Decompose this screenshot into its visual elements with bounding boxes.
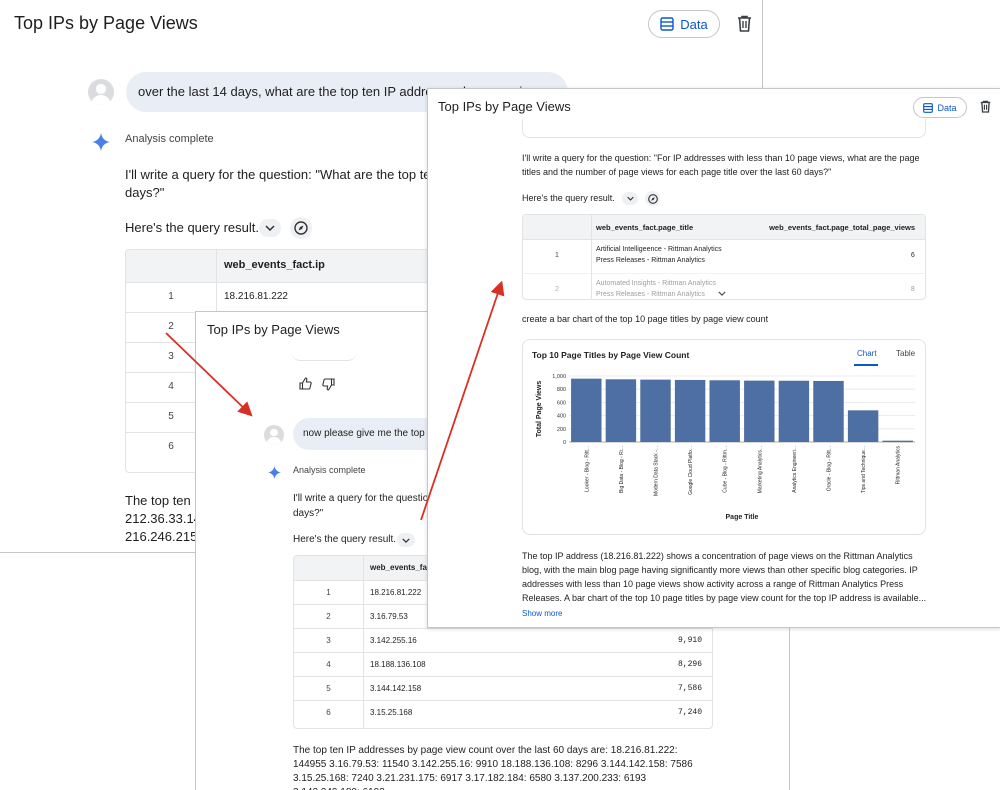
chevron-down-icon <box>626 196 634 201</box>
table-header: web_events_fact.page_title web_events_fa… <box>523 215 925 239</box>
x-tick-label: Marketing Analytics... <box>757 446 763 493</box>
expand-button[interactable] <box>259 219 281 237</box>
y-axis-label: Total Page Views <box>536 381 543 438</box>
bar <box>571 378 602 442</box>
bar <box>813 380 844 442</box>
page-title: Top IPs by Page Views <box>438 99 571 114</box>
summary-text: The top ten IP addresses by page view co… <box>293 745 693 790</box>
result-label: Here's the query result. <box>125 220 259 235</box>
result-table: web_events_fact.page_title web_events_fa… <box>522 214 926 300</box>
x-tick-label: Modern Data Stack -... <box>654 446 660 496</box>
table-icon <box>660 17 674 31</box>
analysis-status: Analysis complete <box>293 465 366 475</box>
x-tick-label: Analytics Engineeri... <box>792 446 798 493</box>
x-axis-label: Page Title <box>726 514 759 521</box>
chart-card: Top 10 Page Titles by Page View Count Ch… <box>522 339 926 535</box>
previous-message-edge <box>291 342 357 361</box>
table-row: 1 Artificial Intelligeence - Rittman Ana… <box>523 239 925 274</box>
y-tick-label: 600 <box>557 400 566 406</box>
tab-chart[interactable]: Chart <box>857 349 877 358</box>
y-tick-label: 400 <box>557 414 566 420</box>
table-row: 5 3.144.142.158 7,586 <box>294 676 712 701</box>
column-header: web_events_fact.ip <box>224 259 325 271</box>
conversation-panel-3: Top IPs by Page Views Data I'll write a … <box>427 88 1000 628</box>
x-tick-label: Cube - Blog - Rittm... <box>723 446 729 493</box>
trash-icon[interactable] <box>737 15 752 32</box>
data-button[interactable]: Data <box>648 10 720 38</box>
previous-card-edge <box>522 119 926 138</box>
bar <box>847 410 879 442</box>
bar <box>882 440 913 442</box>
compass-icon <box>647 193 658 204</box>
bar <box>640 379 671 442</box>
table-row: 6 3.15.25.168 7,240 <box>294 700 712 725</box>
analysis-status: Analysis complete <box>125 133 214 145</box>
chevron-down-icon <box>402 537 410 543</box>
summary-text: The top IP address (18.216.81.222) shows… <box>522 551 927 603</box>
expand-button[interactable] <box>622 192 638 205</box>
page-title: Top IPs by Page Views <box>207 322 340 337</box>
scroll-down-icon[interactable] <box>718 291 726 296</box>
table-row: 3 3.142.255.16 9,910 <box>294 628 712 653</box>
y-tick-label: 200 <box>557 427 566 433</box>
tab-chart-underline <box>854 364 878 366</box>
user-avatar <box>264 425 284 445</box>
x-tick-label: Google Cloud Platfo... <box>688 446 694 495</box>
y-tick-label: 800 <box>557 387 566 393</box>
thumbs-down-icon[interactable] <box>322 378 335 391</box>
x-tick-label: Rittman Analytics <box>896 446 902 485</box>
result-label: Here's the query result. <box>293 534 397 545</box>
x-tick-label: Oracle - Blog - Ritt... <box>827 446 833 491</box>
explore-button[interactable] <box>645 191 660 206</box>
bar <box>778 380 810 442</box>
x-tick-label: Tips and Technique... <box>861 446 867 493</box>
thumbs-up-icon[interactable] <box>299 377 312 390</box>
trash-icon[interactable] <box>980 100 991 113</box>
bar <box>709 380 740 442</box>
table-icon <box>923 102 934 113</box>
compass-icon <box>294 221 308 235</box>
y-tick-label: 0 <box>563 440 566 446</box>
user-avatar <box>88 79 114 105</box>
bar <box>744 380 775 442</box>
gemini-sparkle-icon <box>268 466 281 479</box>
intro-text: I'll write a query for the question: "Fo… <box>522 153 920 177</box>
bar-chart: 0 200 400 600 800 1,000 Looker - Blog - Ritt..… <box>536 374 915 521</box>
bar <box>605 379 637 442</box>
tab-table[interactable]: Table <box>896 349 915 358</box>
x-tick-label: Looker - Blog - Ritt... <box>584 446 590 492</box>
column-header: web_events_fact.page_title <box>596 223 694 232</box>
user-prompt-text: create a bar chart of the top 10 page ti… <box>522 314 769 324</box>
explore-button[interactable] <box>290 217 312 239</box>
data-button-label: Data <box>680 16 708 32</box>
gemini-sparkle-icon <box>92 133 110 151</box>
page-title: Top IPs by Page Views <box>14 13 198 33</box>
data-button[interactable]: Data <box>913 97 967 118</box>
expand-button[interactable] <box>397 533 415 547</box>
x-tick-label: Big Data - Blog - Ri... <box>619 446 625 493</box>
data-button-label: Data <box>937 102 957 113</box>
show-more-link[interactable]: Show more <box>522 609 562 618</box>
chevron-down-icon <box>265 225 275 231</box>
result-label: Here's the query result. <box>522 193 615 203</box>
chart-title: Top 10 Page Titles by Page View Count <box>532 350 690 360</box>
y-tick-label: 1,000 <box>552 374 566 380</box>
column-header: web_events_fact.page_total_page_views <box>769 223 915 232</box>
bar <box>674 379 706 442</box>
table-row: 4 18.188.136.108 8,296 <box>294 652 712 677</box>
